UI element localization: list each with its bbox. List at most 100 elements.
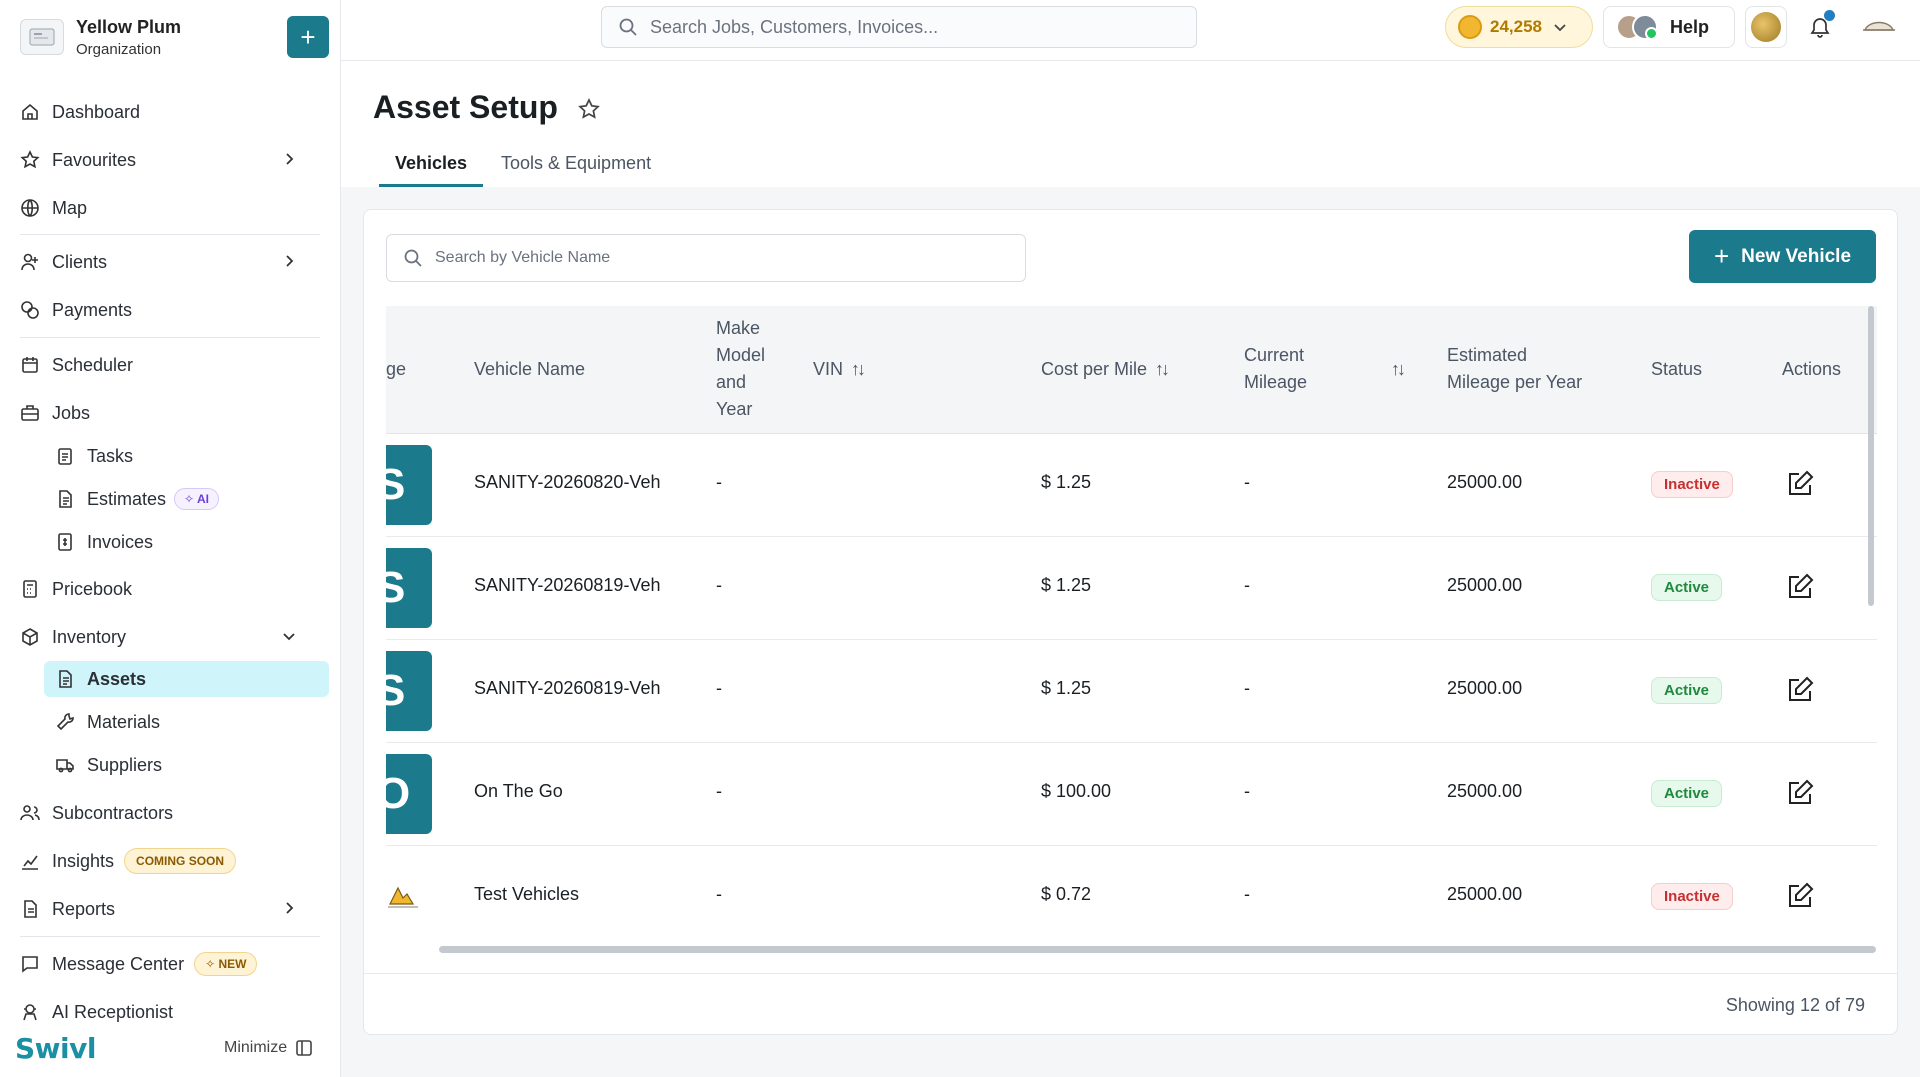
sort-icon: ↑↓: [851, 359, 866, 379]
nav-reports-label: Reports: [52, 898, 116, 919]
notifications-button[interactable]: [1799, 6, 1841, 48]
edit-icon[interactable]: [1785, 881, 1815, 911]
profile-avatar[interactable]: [1745, 6, 1787, 48]
mascot-icon[interactable]: [1861, 14, 1897, 36]
vehicle-estimated: 25000.00: [1447, 678, 1523, 698]
nav-reports[interactable]: Reports: [20, 891, 320, 927]
briefcase-icon: [21, 405, 39, 421]
nav-favourites[interactable]: Favourites: [20, 142, 320, 178]
page-header: Asset Setup Vehicles Tools & Equipment: [341, 61, 1920, 187]
nav-invoices[interactable]: Invoices: [55, 524, 329, 560]
vehicle-search-input[interactable]: Search by Vehicle Name: [386, 234, 1026, 282]
vehicle-name: Test Vehicles: [474, 884, 580, 904]
clipboard-icon: [58, 448, 72, 465]
vehicle-make: -: [716, 884, 722, 904]
table-row[interactable]: S SANITY-20260819-Veh - $ 1.25 - 25000.0…: [386, 537, 1877, 640]
sort-icon: ↑↓: [1391, 359, 1406, 379]
new-badge: ✧ NEW: [194, 952, 258, 976]
new-vehicle-button[interactable]: + New Vehicle: [1689, 230, 1876, 283]
edit-icon[interactable]: [1785, 469, 1815, 499]
horizontal-scrollbar[interactable]: [439, 946, 1876, 953]
nav-inventory-label: Inventory: [52, 626, 127, 647]
vehicle-name: SANITY-20260820-Veh: [474, 472, 661, 492]
avatar-image: [1751, 12, 1781, 42]
nav-jobs[interactable]: Jobs: [20, 395, 320, 431]
col-actions: Actions: [1782, 359, 1842, 379]
edit-icon[interactable]: [1785, 675, 1815, 705]
org-name: Yellow Plum: [76, 16, 182, 37]
help-button[interactable]: Help: [1603, 6, 1735, 48]
thumbnail-letter: O: [386, 769, 411, 818]
nav-subcontractors-label: Subcontractors: [52, 802, 174, 823]
nav-scheduler[interactable]: Scheduler: [20, 347, 320, 383]
nav-materials[interactable]: Materials: [55, 704, 329, 740]
chevron-right-icon: [286, 153, 294, 165]
mileage-sort-button[interactable]: ↑↓: [1383, 356, 1406, 383]
new-vehicle-label: New Vehicle: [1741, 245, 1852, 267]
nav-message-center-label: Message Center: [52, 953, 185, 974]
points-dropdown[interactable]: 24,258: [1445, 6, 1593, 48]
nav-message-center[interactable]: Message Center ✧ NEW: [20, 946, 320, 982]
nav-dashboard[interactable]: Dashboard: [20, 94, 320, 130]
quick-add-button[interactable]: +: [287, 16, 329, 58]
nav-estimates[interactable]: Estimates ✧ AI: [55, 481, 329, 517]
nav-suppliers[interactable]: Suppliers: [55, 747, 329, 783]
org-switcher[interactable]: Yellow Plum Organization +: [20, 14, 329, 60]
chevron-right-icon: [286, 255, 294, 267]
col-cost-per-mile[interactable]: Cost per Mile ↑↓: [1041, 356, 1170, 383]
table-row[interactable]: O On The Go - $ 100.00 - 25000.00 Active: [386, 743, 1877, 846]
message-icon: [22, 956, 38, 973]
status-badge: Active: [1651, 677, 1723, 704]
vehicle-make: -: [716, 472, 722, 492]
brand-logo: Swivl: [15, 1032, 96, 1065]
nav-map-label: Map: [52, 197, 88, 218]
nav-inventory[interactable]: Inventory: [20, 619, 320, 655]
edit-icon[interactable]: [1785, 778, 1815, 808]
col-make-line: Make: [716, 318, 761, 338]
vehicle-thumbnail: S: [386, 445, 432, 525]
vertical-scrollbar[interactable]: [1868, 306, 1874, 606]
global-search-placeholder: Search Jobs, Customers, Invoices...: [650, 16, 939, 37]
coins-icon: [21, 301, 39, 319]
coin-icon: [1458, 15, 1482, 39]
nav-tasks[interactable]: Tasks: [55, 438, 329, 474]
col-vin[interactable]: VIN ↑↓: [813, 356, 866, 383]
col-cost-label: Cost per Mile: [1041, 359, 1148, 379]
wrench-icon: [56, 713, 74, 731]
edit-icon[interactable]: [1785, 572, 1815, 602]
tab-tools-equipment[interactable]: Tools & Equipment: [501, 153, 651, 187]
col-make-line: Year: [716, 399, 753, 419]
nav-subcontractors[interactable]: Subcontractors: [20, 795, 320, 831]
nav-ai-receptionist[interactable]: AI Receptionist: [20, 994, 320, 1030]
thumbnail-letter: S: [386, 666, 406, 715]
table-row[interactable]: Test Vehicles - $ 0.72 - 25000.00 Inacti…: [386, 846, 1877, 949]
tab-vehicles[interactable]: Vehicles: [379, 153, 484, 187]
col-estimated-line: Mileage per Year: [1447, 372, 1583, 392]
table-header: ge Vehicle Name Make Model and Year VIN ↑…: [386, 306, 1877, 434]
vehicle-estimated: 25000.00: [1447, 575, 1523, 595]
nav-payments[interactable]: Payments: [20, 292, 320, 328]
sidebar-panel-icon: [296, 1040, 312, 1056]
table-row[interactable]: S SANITY-20260820-Veh - $ 1.25 - 25000.0…: [386, 434, 1877, 537]
vehicle-mileage: -: [1244, 575, 1250, 595]
vehicle-name: SANITY-20260819-Veh: [474, 678, 661, 698]
pagination-summary: Showing 12 of 79: [1725, 995, 1865, 1015]
favourite-star-icon[interactable]: [577, 97, 601, 121]
table-row[interactable]: S SANITY-20260819-Veh - $ 1.25 - 25000.0…: [386, 640, 1877, 743]
global-search-input[interactable]: Search Jobs, Customers, Invoices...: [601, 6, 1197, 48]
col-current-mileage: Current Mileage: [1244, 342, 1307, 396]
top-bar: Search Jobs, Customers, Invoices... 24,2…: [341, 0, 1920, 61]
nav-pricebook[interactable]: Pricebook: [20, 571, 320, 607]
nav-clients[interactable]: Clients: [20, 244, 320, 280]
nav-map[interactable]: Map: [20, 190, 320, 226]
nav-scheduler-label: Scheduler: [52, 354, 134, 375]
vehicle-cost: $ 1.25: [1041, 472, 1092, 492]
vehicle-thumbnail: S: [386, 651, 432, 731]
truck-icon: [56, 759, 74, 773]
vehicle-make: -: [716, 678, 722, 698]
nav-insights[interactable]: Insights COMING SOON: [20, 843, 320, 879]
minimize-sidebar-button[interactable]: Minimize: [224, 1039, 313, 1057]
nav-assets[interactable]: Assets: [44, 661, 329, 697]
vehicle-name: On The Go: [474, 781, 563, 801]
star-icon: [20, 150, 40, 169]
